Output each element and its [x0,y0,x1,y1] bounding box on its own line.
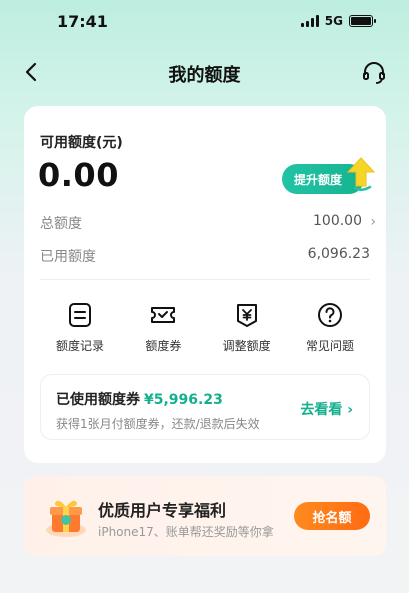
shortcut-credit-coupon[interactable]: 额度券 [123,301,203,361]
shortcut-credit-record[interactable]: 额度记录 [40,301,120,361]
shortcut-faq[interactable]: 常见问题 [290,301,370,361]
shortcut-adjust-credit[interactable]: 调整额度 [207,301,287,361]
chevron-right-icon: › [370,214,376,230]
network-type: 5G [324,14,343,28]
credit-card: 可用额度(元) 0.00 提升额度 总额度 100.00 › 已用额度 6,09… [24,106,386,463]
coupon-title-text: 已使用额度券 [56,392,140,408]
gift-icon [46,500,86,537]
used-credit-row: 已用额度 6,096.23 [40,246,370,268]
total-credit-value[interactable]: 100.00 [313,213,362,229]
total-credit-amount: 100.00 [313,213,362,229]
shortcut-label: 常见问题 [305,339,354,353]
available-credit-amount: 0.00 [38,156,119,194]
record-icon [69,303,91,327]
shortcut-label: 额度券 [145,339,182,353]
customer-service-button[interactable] [361,60,387,86]
nav-bar: 我的额度 [0,52,409,92]
headset-icon [363,62,385,84]
page-title: 我的额度 [168,65,241,86]
promo-banner[interactable]: 优质用户专享福利 iPhone17、账单帮还奖励等你拿 抢名额 [24,476,386,556]
battery-icon [349,15,376,27]
coupon-description: 获得1张月付额度券，还款/退款后失效 [56,417,260,431]
available-credit-label: 可用额度(元) [40,135,123,151]
coupon-title: 已使用额度券 ¥5,996.23 [56,389,223,409]
yen-adjust-icon [236,304,257,327]
status-icons: 5G [300,14,376,28]
total-credit-row: 总额度 100.00 › [40,213,376,235]
shortcut-label: 额度记录 [55,339,104,353]
used-coupon-banner[interactable]: 已使用额度券 ¥5,996.23 获得1张月付额度券，还款/退款后失效 去看看 › [40,374,370,440]
raise-credit-label: 提升额度 [294,172,343,187]
view-coupon-link[interactable]: 去看看 › [300,399,353,419]
shortcut-label: 调整额度 [222,339,271,353]
status-bar: 17:41 5G [0,0,409,44]
question-icon [317,303,342,327]
coupon-icon [151,307,176,323]
promo-description: iPhone17、账单帮还奖励等你拿 [98,525,274,539]
status-time: 17:41 [57,12,108,31]
promo-title: 优质用户专享福利 [98,501,227,520]
shortcut-grid: 额度记录 额度券 调整额度 常见问题 [40,301,370,361]
arrow-up-icon [346,157,376,191]
divider [40,279,370,280]
coupon-amount: ¥5,996.23 [144,392,223,408]
used-credit-label: 已用额度 [40,249,96,265]
grab-spot-button[interactable]: 抢名额 [294,502,370,530]
total-credit-label: 总额度 [40,216,82,232]
signal-icon [300,15,319,27]
used-credit-value: 6,096.23 [307,246,370,262]
